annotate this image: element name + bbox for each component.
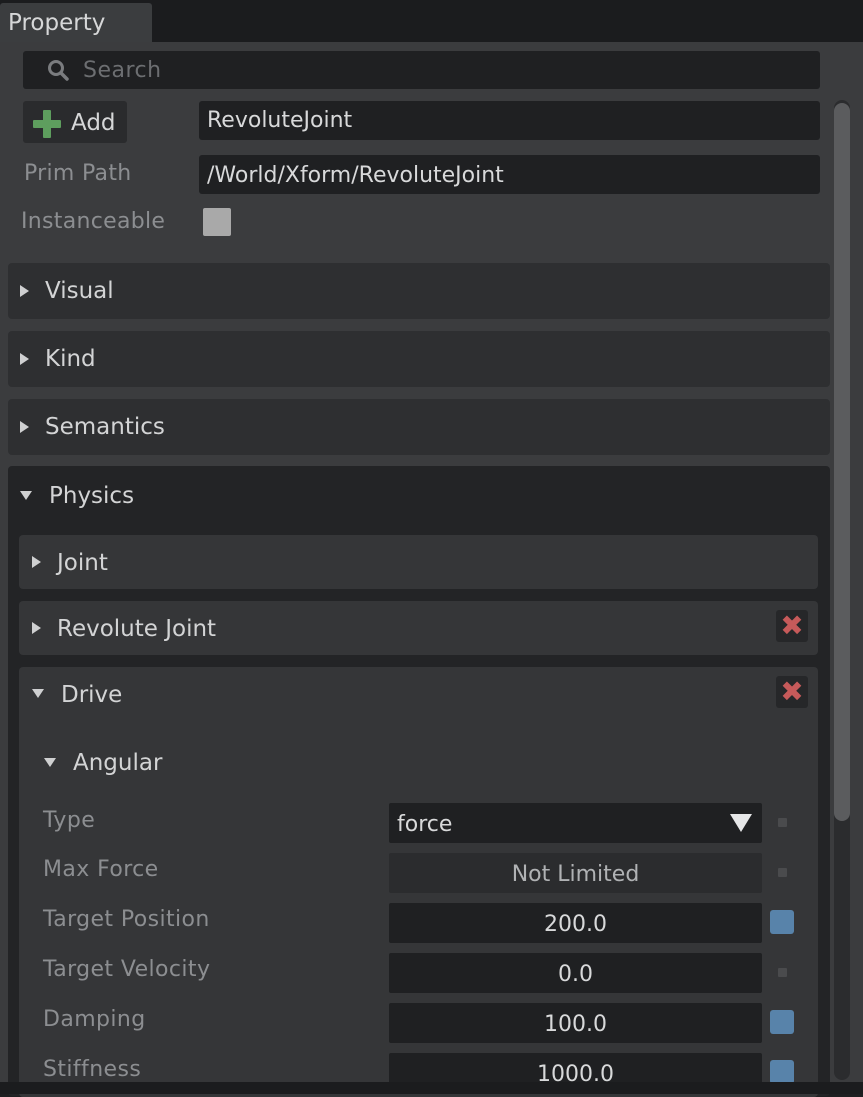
default-value-indicator[interactable] [778,968,787,977]
plus-icon [33,110,61,138]
search-input[interactable]: Search [23,51,820,89]
add-button-label: Add [71,110,116,136]
panel-bottom-edge [0,1082,863,1094]
max-force-field[interactable]: Not Limited [389,853,762,893]
search-icon [48,60,69,81]
close-icon: ✖ [780,609,804,642]
search-placeholder: Search [83,58,162,83]
section-title: Revolute Joint [57,616,217,642]
add-button[interactable]: Add [23,101,127,143]
prim-path-field[interactable]: /World/Xform/RevoluteJoint [199,155,820,194]
section-joint[interactable]: Joint [19,535,818,589]
remove-drive-button[interactable]: ✖ [776,676,808,708]
close-icon: ✖ [780,675,804,708]
collapse-arrow-icon[interactable] [32,689,44,698]
subsection-angular[interactable]: Angular [73,735,162,791]
expand-arrow-icon [20,421,29,433]
section-title: Visual [45,278,114,304]
remove-revolute-joint-button[interactable]: ✖ [776,610,808,642]
authored-value-indicator[interactable] [770,1060,794,1084]
property-label-damping: Damping [43,1007,146,1032]
prim-name-field[interactable]: RevoluteJoint [199,101,820,140]
section-title: Joint [57,550,108,576]
section-visual[interactable]: Visual [8,263,830,319]
prim-path-label: Prim Path [24,161,132,186]
instanceable-label: Instanceable [21,209,166,234]
collapse-arrow-icon[interactable] [44,758,56,767]
type-dropdown-value: force [397,812,453,837]
section-title: Kind [45,346,96,372]
default-value-indicator[interactable] [778,868,787,877]
tab-property[interactable]: Property [0,3,152,42]
section-title: Semantics [45,414,165,440]
section-title[interactable]: Drive [61,667,122,723]
section-semantics[interactable]: Semantics [8,399,830,455]
expand-arrow-icon [32,556,41,568]
tab-label: Property [8,10,106,36]
default-value-indicator[interactable] [778,818,787,827]
property-label-max-force: Max Force [43,857,159,882]
expand-arrow-icon [20,353,29,365]
authored-value-indicator[interactable] [770,1010,794,1034]
property-label-type: Type [43,808,96,833]
chevron-down-icon [730,814,752,832]
section-revolute-joint[interactable]: Revolute Joint ✖ [19,601,818,655]
section-title[interactable]: Physics [49,468,134,524]
collapse-arrow-icon[interactable] [20,491,32,500]
property-label-target-position: Target Position [43,907,210,932]
authored-value-indicator[interactable] [770,910,794,934]
property-label-target-velocity: Target Velocity [43,957,211,982]
expand-arrow-icon [32,622,41,634]
target-position-field[interactable]: 200.0 [389,903,762,943]
type-dropdown[interactable]: force [389,803,762,843]
instanceable-checkbox[interactable] [203,208,231,236]
expand-arrow-icon [20,285,29,297]
damping-field[interactable]: 100.0 [389,1003,762,1043]
section-kind[interactable]: Kind [8,331,830,387]
scrollbar-thumb[interactable] [834,103,850,821]
target-velocity-field[interactable]: 0.0 [389,953,762,993]
